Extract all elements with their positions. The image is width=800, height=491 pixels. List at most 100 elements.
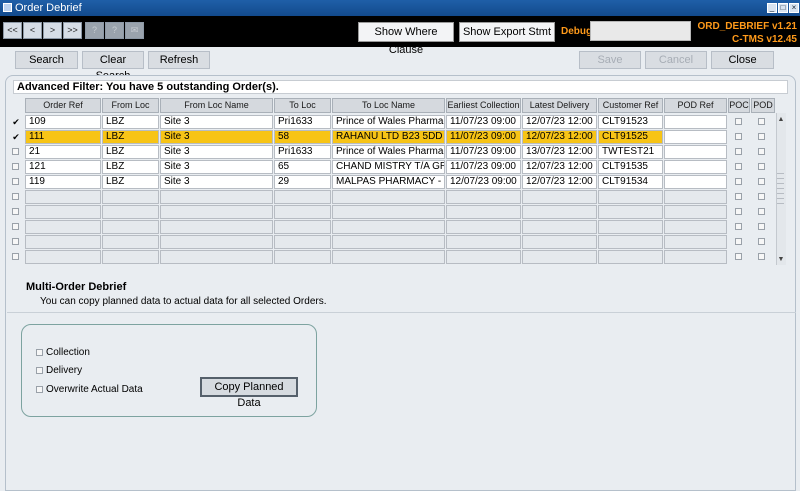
cell-to-loc[interactable] (274, 190, 331, 204)
cell-from-loc[interactable] (102, 250, 159, 264)
col-header-customer-ref[interactable]: Customer Ref (598, 98, 663, 113)
cell-from-loc[interactable]: LBZ (102, 130, 159, 144)
col-header-poc[interactable]: POC (728, 98, 750, 113)
clear-search-button[interactable]: Clear Search (82, 51, 144, 82)
row-select-checkbox[interactable] (12, 193, 19, 200)
cell-from-loc[interactable] (102, 220, 159, 234)
cell-pod-ref[interactable] (664, 235, 727, 249)
cell-earliest-collection[interactable] (446, 190, 521, 204)
cell-from-loc[interactable]: LBZ (102, 115, 159, 129)
cell-pod-ref[interactable] (664, 175, 727, 189)
pod-checkbox[interactable] (758, 193, 765, 200)
cell-to-loc-name[interactable] (332, 250, 445, 264)
poc-checkbox[interactable] (735, 178, 742, 185)
col-header-order-ref[interactable]: Order Ref (25, 98, 101, 113)
last-record-button[interactable]: >> (63, 22, 82, 39)
cell-to-loc[interactable] (274, 250, 331, 264)
cell-earliest-collection[interactable]: 11/07/23 09:00 (446, 130, 521, 144)
cell-order-ref[interactable]: 109 (25, 115, 101, 129)
overwrite-option[interactable]: Overwrite Actual Data (36, 384, 143, 395)
cell-from-loc[interactable] (102, 190, 159, 204)
cell-earliest-collection[interactable] (446, 220, 521, 234)
cell-from-loc[interactable] (102, 235, 159, 249)
cell-earliest-collection[interactable]: 11/07/23 09:00 (446, 160, 521, 174)
cell-earliest-collection[interactable] (446, 235, 521, 249)
pod-checkbox[interactable] (758, 118, 765, 125)
row-select-checkbox[interactable] (12, 238, 19, 245)
cell-latest-delivery[interactable] (522, 250, 597, 264)
cell-customer-ref[interactable]: TWTEST21 (598, 145, 663, 159)
col-header-latest-delivery[interactable]: Latest Delivery (522, 98, 597, 113)
cell-order-ref[interactable] (25, 220, 101, 234)
col-header-from-loc[interactable]: From Loc (102, 98, 159, 113)
cell-to-loc-name[interactable] (332, 235, 445, 249)
debug-field[interactable] (590, 21, 691, 41)
cell-latest-delivery[interactable]: 12/07/23 12:00 (522, 130, 597, 144)
cell-order-ref[interactable]: 121 (25, 160, 101, 174)
poc-checkbox[interactable] (735, 223, 742, 230)
cell-latest-delivery[interactable]: 13/07/23 12:00 (522, 145, 597, 159)
scroll-up-icon[interactable]: ▲ (776, 115, 786, 125)
cell-from-loc[interactable]: LBZ (102, 175, 159, 189)
previous-record-button[interactable]: < (23, 22, 42, 39)
cell-latest-delivery[interactable] (522, 220, 597, 234)
cell-from-loc-name[interactable]: Site 3 (160, 160, 273, 174)
cell-order-ref[interactable]: 21 (25, 145, 101, 159)
cell-to-loc-name[interactable] (332, 190, 445, 204)
col-header-pod-ref[interactable]: POD Ref (664, 98, 727, 113)
help-icon[interactable]: ? (85, 22, 104, 39)
cell-earliest-collection[interactable]: 12/07/23 09:00 (446, 175, 521, 189)
cell-to-loc[interactable] (274, 235, 331, 249)
cell-order-ref[interactable]: 111 (25, 130, 101, 144)
row-select-checkbox[interactable] (12, 253, 19, 260)
cell-order-ref[interactable] (25, 235, 101, 249)
next-record-button[interactable]: > (43, 22, 62, 39)
cell-from-loc-name[interactable] (160, 190, 273, 204)
cell-pod-ref[interactable] (664, 190, 727, 204)
cell-pod-ref[interactable] (664, 250, 727, 264)
cell-pod-ref[interactable] (664, 145, 727, 159)
cell-customer-ref[interactable] (598, 205, 663, 219)
cell-order-ref[interactable] (25, 250, 101, 264)
cell-latest-delivery[interactable]: 12/07/23 12:00 (522, 115, 597, 129)
poc-checkbox[interactable] (735, 163, 742, 170)
copy-planned-data-button[interactable]: Copy Planned Data (200, 377, 298, 409)
cell-to-loc-name[interactable]: Prince of Wales Pharmacy (332, 145, 445, 159)
pod-checkbox[interactable] (758, 238, 765, 245)
row-select-checkbox[interactable] (12, 178, 19, 185)
show-where-clause-button[interactable]: Show Where Clause (358, 22, 454, 56)
pod-checkbox[interactable] (758, 178, 765, 185)
col-header-pod[interactable]: POD (751, 98, 775, 113)
cell-customer-ref[interactable] (598, 190, 663, 204)
close-button[interactable]: Close (711, 51, 774, 69)
cell-to-loc-name[interactable]: Prince of Wales Pharmacy (332, 115, 445, 129)
cell-earliest-collection[interactable]: 11/07/23 09:00 (446, 145, 521, 159)
cell-to-loc-name[interactable] (332, 205, 445, 219)
first-record-button[interactable]: << (3, 22, 22, 39)
cell-from-loc-name[interactable] (160, 250, 273, 264)
row-select-checkbox[interactable]: ✔ (12, 118, 20, 127)
cell-to-loc[interactable]: 65 (274, 160, 331, 174)
overwrite-checkbox[interactable] (36, 385, 43, 393)
cell-order-ref[interactable]: 119 (25, 175, 101, 189)
cell-from-loc[interactable] (102, 205, 159, 219)
cell-to-loc[interactable] (274, 220, 331, 234)
cell-pod-ref[interactable] (664, 115, 727, 129)
poc-checkbox[interactable] (735, 193, 742, 200)
cell-to-loc[interactable]: 29 (274, 175, 331, 189)
show-export-stmt-button[interactable]: Show Export Stmt (459, 22, 555, 42)
row-select-checkbox[interactable]: ✔ (12, 133, 20, 142)
cell-to-loc[interactable] (274, 205, 331, 219)
pod-checkbox[interactable] (758, 148, 765, 155)
pod-checkbox[interactable] (758, 253, 765, 260)
scroll-grip-icon[interactable] (777, 173, 784, 174)
cell-to-loc[interactable]: Pri1633 (274, 115, 331, 129)
col-header-from-loc-name[interactable]: From Loc Name (160, 98, 273, 113)
cell-customer-ref[interactable] (598, 220, 663, 234)
cell-from-loc[interactable]: LBZ (102, 160, 159, 174)
row-select-checkbox[interactable] (12, 148, 19, 155)
refresh-button[interactable]: Refresh (148, 51, 210, 69)
cell-latest-delivery[interactable] (522, 235, 597, 249)
cell-to-loc-name[interactable]: RAHANU LTD B23 5DD (332, 130, 445, 144)
close-window-icon[interactable]: × (789, 3, 799, 13)
